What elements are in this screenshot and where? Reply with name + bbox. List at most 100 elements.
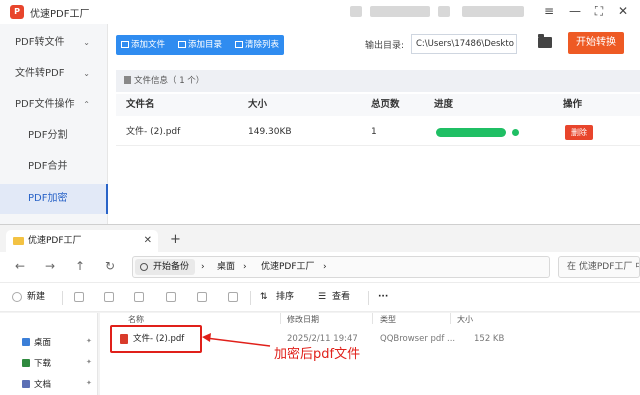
rename-icon[interactable] <box>166 292 176 302</box>
col-header-size: 大小 <box>248 99 268 110</box>
column-divider <box>372 313 373 324</box>
address-bar[interactable]: 开始备份 › 桌面 › 优速PDF工厂 › <box>132 256 550 278</box>
explorer-tab[interactable]: 优速PDF工厂 ✕ <box>6 230 158 252</box>
toolbar-button-group: 添加文件 添加目录 清除列表 <box>116 35 284 55</box>
app-title: 优速PDF工厂 <box>30 9 90 20</box>
app-logo-icon: P <box>10 5 24 19</box>
nav-item-label: 桌面 <box>34 338 52 348</box>
cloud-icon <box>140 263 148 271</box>
cut-icon[interactable] <box>74 292 84 302</box>
chevron-down-icon: ⌄ <box>83 69 90 78</box>
nav-item-documents[interactable]: 文档 <box>22 378 51 390</box>
col-header-filename: 文件名 <box>126 99 155 110</box>
delete-button[interactable]: 删除 <box>565 125 593 140</box>
file-type: QQBrowser pdf ... <box>380 334 456 344</box>
forward-icon[interactable]: → <box>42 259 58 273</box>
document-icon <box>22 380 30 388</box>
menu-icon[interactable]: ≡ <box>540 3 558 19</box>
blurred-icon <box>438 6 450 17</box>
blurred-user-info-2 <box>462 6 524 17</box>
sidebar-item-pdf-split[interactable]: PDF分割 <box>0 121 108 151</box>
add-file-button[interactable]: 添加文件 <box>121 35 165 55</box>
main-panel: 添加文件 添加目录 清除列表 输出目录: C:\Users\17486\Desk… <box>110 24 640 224</box>
sidebar-item-pdf-operations[interactable]: PDF文件操作 ⌃ <box>0 90 108 120</box>
close-tab-icon[interactable]: ✕ <box>144 230 152 252</box>
share-icon[interactable] <box>197 292 207 302</box>
file-pages-cell: 1 <box>371 127 377 137</box>
explorer-command-bar: 新建 ⇅ 排序 ☰ 查看 ··· <box>0 282 640 312</box>
trash-icon <box>235 41 243 48</box>
pin-icon: ✦ <box>86 358 92 366</box>
up-icon[interactable]: ↑ <box>72 259 88 273</box>
close-icon[interactable]: ✕ <box>614 3 632 19</box>
column-divider <box>450 313 451 324</box>
file-size-cell: 149.30KB <box>248 127 292 137</box>
output-path-field[interactable]: C:\Users\17486\Deskto <box>411 34 517 54</box>
col-header-pages: 总页数 <box>371 99 400 110</box>
chevron-down-icon: ⌄ <box>83 38 90 47</box>
document-icon <box>124 76 131 84</box>
sidebar-item-label: 文件转PDF <box>15 68 65 79</box>
sidebar-item-label: PDF加密 <box>28 193 68 204</box>
new-button[interactable]: 新建 <box>27 283 45 311</box>
view-icon: ☰ <box>318 292 327 302</box>
sidebar-item-pdf-to-file[interactable]: PDF转文件 ⌄ <box>0 28 108 58</box>
col-header-name[interactable]: 名称 <box>128 314 144 325</box>
blurred-user-info <box>370 6 430 17</box>
clear-list-button[interactable]: 清除列表 <box>235 35 279 55</box>
col-header-modified[interactable]: 修改日期 <box>287 314 319 325</box>
minimize-icon[interactable]: — <box>566 3 584 19</box>
nav-item-downloads[interactable]: 下载 <box>22 357 51 369</box>
add-folder-label: 添加目录 <box>188 40 223 50</box>
start-convert-button[interactable]: 开始转换 <box>568 32 624 54</box>
view-button[interactable]: 查看 <box>332 283 350 311</box>
nav-item-desktop[interactable]: 桌面 <box>22 336 51 348</box>
copy-icon[interactable] <box>104 292 114 302</box>
backup-label: 开始备份 <box>153 262 190 272</box>
chevron-up-icon: ⌃ <box>83 100 90 109</box>
file-explorer-window: 优速PDF工厂 ✕ + ← → ↑ ↻ 开始备份 › 桌面 › 优速PDF工厂 … <box>0 224 640 395</box>
blurred-avatar <box>350 6 362 17</box>
breadcrumb-desktop[interactable]: 桌面 <box>217 257 235 277</box>
browse-folder-icon[interactable] <box>538 34 552 48</box>
download-icon <box>22 359 30 367</box>
file-info-bar: 文件信息（ 1 个） <box>116 70 640 92</box>
back-icon[interactable]: ← <box>12 259 28 273</box>
col-header-size[interactable]: 大小 <box>457 314 473 325</box>
delete-icon[interactable] <box>228 292 238 302</box>
sidebar-item-label: PDF分割 <box>28 130 68 141</box>
col-header-type[interactable]: 类型 <box>380 314 396 325</box>
add-file-icon <box>121 41 129 48</box>
file-name-cell: 文件- (2).pdf <box>126 127 181 137</box>
check-icon <box>512 129 519 136</box>
annotation-label: 加密后pdf文件 <box>274 347 361 362</box>
explorer-nav-bar: ← → ↑ ↻ 开始备份 › 桌面 › 优速PDF工厂 › 在 优速PDF工厂 … <box>0 252 640 282</box>
pin-icon: ✦ <box>86 337 92 345</box>
file-info-label: 文件信息（ 1 个） <box>134 76 205 86</box>
sort-button[interactable]: 排序 <box>276 283 294 311</box>
explorer-search-input[interactable]: 在 优速PDF工厂 中 <box>558 256 640 278</box>
paste-icon[interactable] <box>134 292 144 302</box>
breadcrumb-separator: › <box>323 262 327 272</box>
sidebar: PDF转文件 ⌄ 文件转PDF ⌄ PDF文件操作 ⌃ PDF分割 PDF合并 … <box>0 24 108 224</box>
divider <box>250 291 251 305</box>
backup-button[interactable]: 开始备份 <box>135 259 195 275</box>
maximize-icon[interactable]: ⛶ <box>590 3 608 19</box>
sidebar-item-file-to-pdf[interactable]: 文件转PDF ⌄ <box>0 59 108 89</box>
sort-icon: ⇅ <box>260 292 268 302</box>
add-folder-button[interactable]: 添加目录 <box>178 35 222 55</box>
more-options-button[interactable]: ··· <box>378 283 388 311</box>
sidebar-item-pdf-encrypt[interactable]: PDF加密 <box>0 184 108 214</box>
refresh-icon[interactable]: ↻ <box>102 259 118 273</box>
breadcrumb-separator: › <box>243 262 247 272</box>
col-header-progress: 进度 <box>434 99 454 110</box>
sidebar-item-pdf-merge[interactable]: PDF合并 <box>0 152 108 182</box>
breadcrumb-folder[interactable]: 优速PDF工厂 <box>261 257 315 277</box>
col-header-action: 操作 <box>563 99 583 110</box>
annotation-arrow <box>202 333 271 347</box>
new-tab-icon[interactable]: + <box>170 232 181 247</box>
divider <box>368 291 369 305</box>
sidebar-item-label: PDF合并 <box>28 161 68 172</box>
nav-item-label: 下载 <box>34 359 52 369</box>
file-size: 152 KB <box>474 334 505 344</box>
